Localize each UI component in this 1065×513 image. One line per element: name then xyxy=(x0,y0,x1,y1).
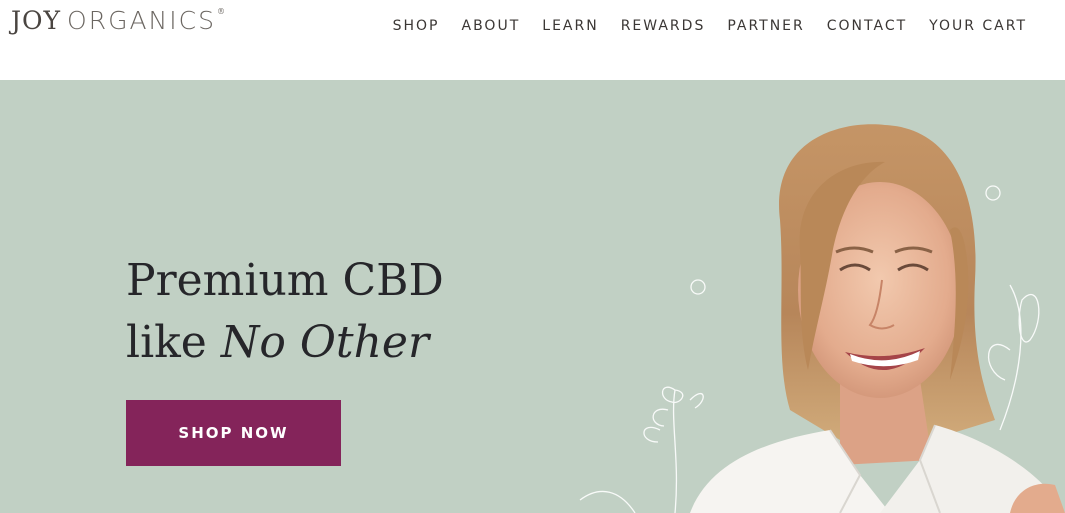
brand-logo[interactable]: JOY ORGANICS ® xyxy=(11,6,225,46)
nav-partner[interactable]: PARTNER xyxy=(727,18,804,34)
hero-title-italic: No Other xyxy=(220,317,429,368)
smiling-woman-photo xyxy=(579,124,1065,513)
hero-title-line-2: like No Other xyxy=(126,312,444,374)
hero-banner: Premium CBD like No Other SHOP NOW xyxy=(0,80,1065,513)
logo-word-joy: JOY xyxy=(11,6,62,35)
nav-learn[interactable]: LEARN xyxy=(542,18,598,34)
nav-shop[interactable]: SHOP xyxy=(393,18,440,34)
nav-contact[interactable]: CONTACT xyxy=(827,18,907,34)
registered-mark: ® xyxy=(216,7,225,16)
hero-title-line-1: Premium CBD xyxy=(126,255,444,306)
hero-title: Premium CBD like No Other xyxy=(126,250,444,374)
nav-your-cart[interactable]: YOUR CART xyxy=(929,18,1027,34)
nav-rewards[interactable]: REWARDS xyxy=(621,18,706,34)
shop-now-button[interactable]: SHOP NOW xyxy=(126,400,341,466)
site-header: JOY ORGANICS ® SHOP ABOUT LEARN REWARDS … xyxy=(0,0,1065,80)
hero-title-plain: like xyxy=(126,317,221,368)
nav-about[interactable]: ABOUT xyxy=(462,18,521,34)
logo-word-organics: ORGANICS xyxy=(67,6,216,35)
main-nav: SHOP ABOUT LEARN REWARDS PARTNER CONTACT… xyxy=(371,18,1027,34)
